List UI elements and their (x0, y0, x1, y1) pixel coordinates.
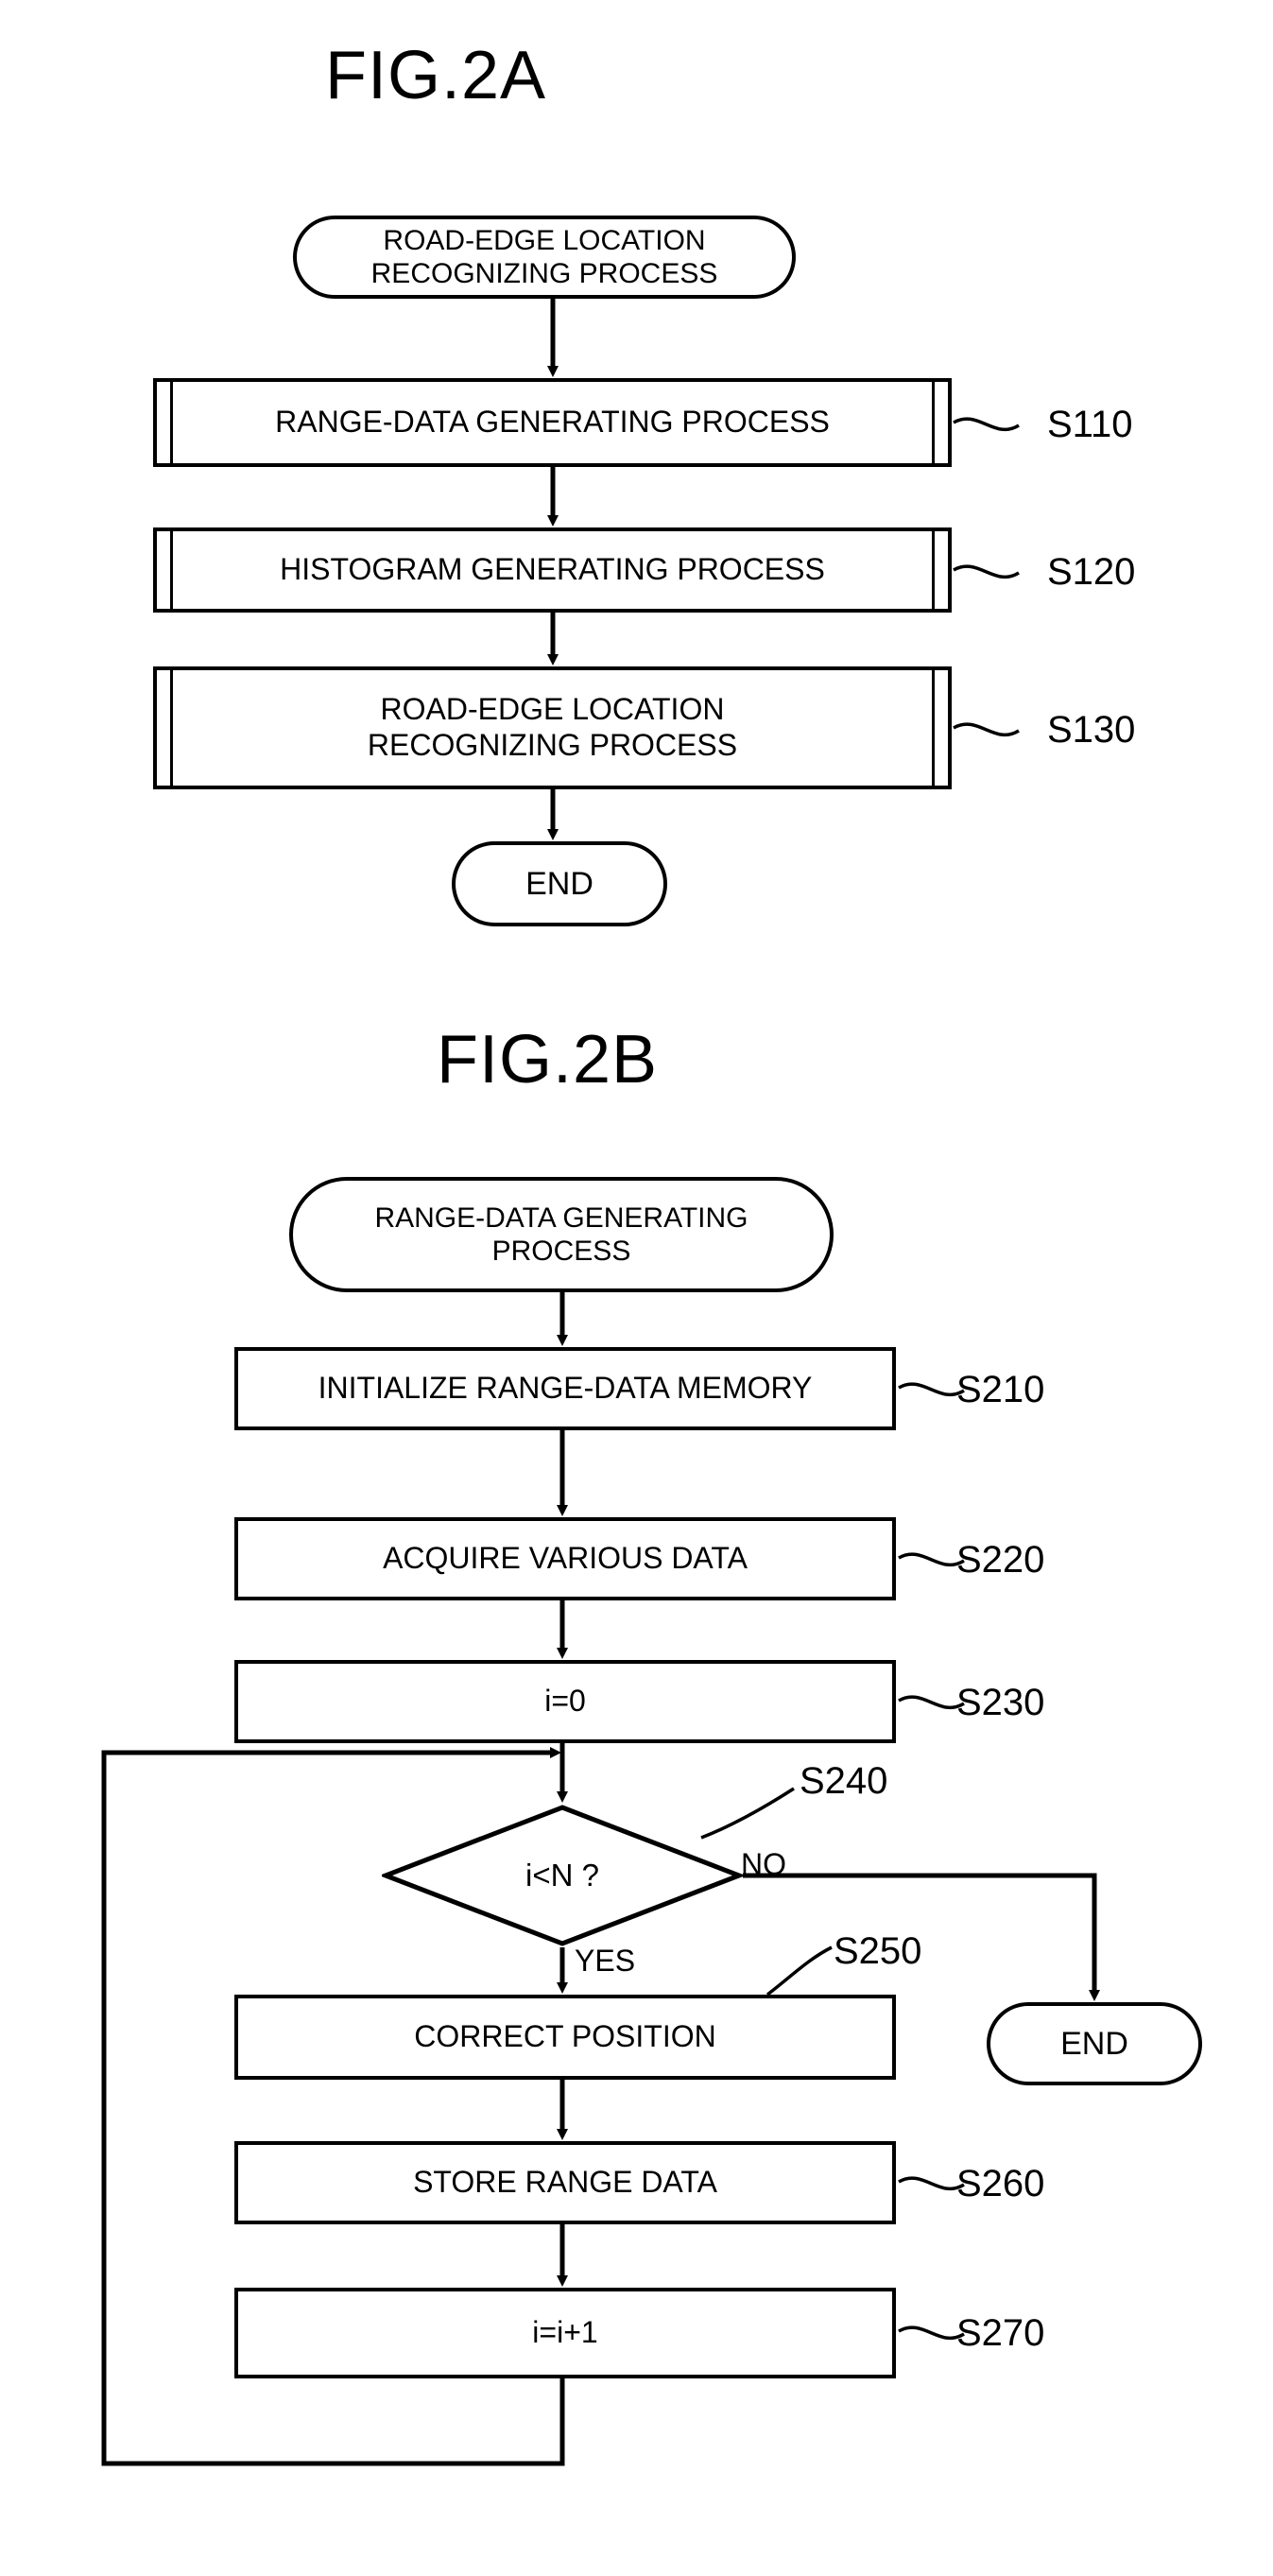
leader-s220 (898, 1552, 965, 1567)
end-terminator-2b-label: END (1060, 2025, 1128, 2062)
process-s220-label: ACQUIRE VARIOUS DATA (383, 1541, 748, 1576)
process-s250-label: CORRECT POSITION (414, 2019, 716, 2054)
predefined-process-s110-label: RANGE-DATA GENERATING PROCESS (275, 405, 830, 440)
leader-s130 (953, 722, 1020, 737)
predefined-process-s110: RANGE-DATA GENERATING PROCESS (153, 378, 952, 467)
process-s230-label: i=0 (544, 1684, 586, 1719)
leader-s110 (953, 417, 1020, 432)
predef-bar-left-icon (170, 382, 173, 463)
leader-s270 (898, 2325, 965, 2341)
predef-bar-left-icon (170, 531, 173, 609)
step-ref-s270: S270 (956, 2312, 1045, 2354)
step-ref-s250: S250 (834, 1930, 922, 1972)
predef-bar-right-icon (932, 531, 935, 609)
branch-label-no: NO (741, 1847, 786, 1881)
leader-s120 (953, 564, 1020, 579)
patent-figure-page: FIG.2A ROAD-EDGE LOCATION RECOGNIZING PR… (0, 0, 1273, 2576)
process-s270: i=i+1 (234, 2288, 896, 2378)
predefined-process-s130-label: ROAD-EDGE LOCATION RECOGNIZING PROCESS (367, 692, 738, 762)
decision-s240-label: i<N ? (525, 1858, 599, 1893)
branch-label-yes: YES (575, 1944, 636, 1978)
predefined-process-s120: HISTOGRAM GENERATING PROCESS (153, 527, 952, 613)
leader-s210 (898, 1382, 965, 1397)
process-s270-label: i=i+1 (532, 2315, 598, 2350)
start-terminator-2b-label: RANGE-DATA GENERATING PROCESS (374, 1202, 748, 1267)
decision-s240: i<N ? (382, 1804, 743, 1947)
leader-s260 (898, 2176, 965, 2191)
step-ref-s210: S210 (956, 1369, 1045, 1410)
leader-s250 (766, 1945, 833, 1997)
step-ref-s240: S240 (800, 1760, 888, 1802)
leader-s230 (898, 1695, 965, 1710)
predefined-process-s120-label: HISTOGRAM GENERATING PROCESS (280, 552, 825, 587)
step-ref-s130: S130 (1047, 709, 1136, 751)
process-s230: i=0 (234, 1660, 896, 1743)
process-s260-label: STORE RANGE DATA (413, 2165, 717, 2200)
process-s210-label: INITIALIZE RANGE-DATA MEMORY (318, 1371, 813, 1406)
start-terminator-2b: RANGE-DATA GENERATING PROCESS (289, 1177, 834, 1292)
process-s220: ACQUIRE VARIOUS DATA (234, 1517, 896, 1600)
process-s250: CORRECT POSITION (234, 1995, 896, 2080)
predef-bar-right-icon (932, 670, 935, 786)
predef-bar-right-icon (932, 382, 935, 463)
figure-title-2a: FIG.2A (325, 38, 547, 113)
process-s260: STORE RANGE DATA (234, 2141, 896, 2224)
start-terminator-2a: ROAD-EDGE LOCATION RECOGNIZING PROCESS (293, 216, 796, 299)
step-ref-s110: S110 (1047, 404, 1133, 445)
start-terminator-2a-label: ROAD-EDGE LOCATION RECOGNIZING PROCESS (370, 224, 718, 289)
figure-title-2b: FIG.2B (437, 1022, 659, 1098)
predef-bar-left-icon (170, 670, 173, 786)
end-terminator-2b: END (987, 2002, 1202, 2085)
predefined-process-s130: ROAD-EDGE LOCATION RECOGNIZING PROCESS (153, 666, 952, 789)
step-ref-s260: S260 (956, 2163, 1045, 2204)
step-ref-s230: S230 (956, 1682, 1045, 1723)
process-s210: INITIALIZE RANGE-DATA MEMORY (234, 1347, 896, 1430)
step-ref-s220: S220 (956, 1539, 1045, 1581)
end-terminator-2a: END (452, 841, 667, 926)
step-ref-s120: S120 (1047, 551, 1136, 593)
end-terminator-2a-label: END (525, 865, 593, 902)
